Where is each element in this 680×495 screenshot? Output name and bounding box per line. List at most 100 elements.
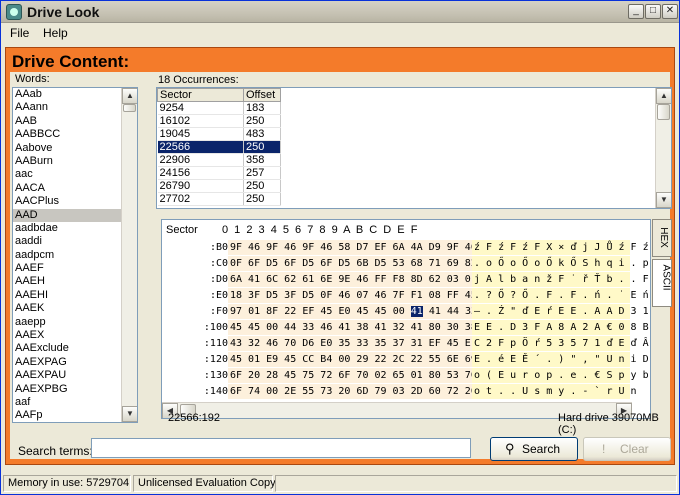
hex-ascii: . ? Ő ? Ő . F . F . ń . ˙ E ń E	[472, 288, 651, 303]
word-list-item[interactable]: AABBCC	[13, 128, 137, 141]
word-list-item[interactable]: AABurn	[13, 155, 137, 168]
hex-ascii: o t . . U s m y . - ` r U n	[472, 384, 637, 399]
offset-cell: 250	[243, 179, 281, 193]
hex-row[interactable]: :D0 6A 41 6C 62 61 6E 9E 46 FF F8 8D 62 0…	[162, 272, 651, 287]
word-list-item[interactable]: AAEK	[13, 302, 137, 315]
hex-row[interactable]: :E0 18 3F D5 3F D5 0F 46 07 46 7F F1 08 F…	[162, 288, 651, 303]
search-label: Search terms:	[18, 444, 93, 458]
clear-icon: !	[602, 442, 606, 456]
hex-view[interactable]: Sector 0 1 2 3 4 5 6 7 8 9 A B C D E F :…	[161, 219, 651, 419]
words-list[interactable]: AAab AAann AAB AABBCC Aabove AABurn aac AACA AAC…	[12, 87, 138, 423]
hex-byte[interactable]: 45	[320, 306, 332, 317]
search-button[interactable]: ⚲ Search	[490, 437, 578, 461]
hex-byte[interactable]: 45	[375, 306, 387, 317]
word-list-item[interactable]: AAFp	[13, 409, 137, 422]
hex-byte[interactable]: 41	[429, 306, 441, 317]
scroll-down-icon[interactable]: ▼	[656, 192, 671, 208]
hex-byte[interactable]: 8F	[266, 306, 278, 317]
search-input[interactable]	[91, 438, 471, 458]
word-list-item[interactable]: AACPlus	[13, 195, 137, 208]
word-list-item[interactable]: aadpcm	[13, 249, 137, 262]
hex-byte[interactable]: 45	[357, 306, 369, 317]
minimize-icon[interactable]: _	[628, 4, 644, 19]
tab-ascii[interactable]: ASCII	[652, 259, 672, 307]
hex-byte[interactable]: 97	[230, 306, 242, 317]
hex-row[interactable]: :F0 97 01 8F 22 EF 45 E0 45 45 00 41 41 4…	[162, 304, 650, 319]
hex-address: :100	[203, 322, 228, 333]
hex-ascii: E . é E Ě ´ . ) " , " U n i D .	[472, 352, 651, 367]
hex-byte[interactable]: 00	[393, 306, 405, 317]
column-header-offset[interactable]: Offset	[243, 88, 281, 102]
hex-address: :130	[203, 370, 228, 381]
occurrences-scrollbar[interactable]: ▲ ▼	[655, 88, 671, 208]
word-list-item[interactable]: AAEXPAU	[13, 369, 137, 382]
word-list-item[interactable]: AAExclude	[13, 342, 137, 355]
column-header-sector[interactable]: Sector	[157, 88, 244, 102]
menu-file[interactable]: File	[10, 26, 29, 40]
word-list-item[interactable]: AAEH	[13, 275, 137, 288]
hex-bytes: 6A 41 6C 62 61 6E 9E 46 FF F8 8D 62 03 0…	[228, 272, 513, 287]
word-list-item[interactable]: aaepp	[13, 316, 137, 329]
scroll-down-icon[interactable]: ▼	[122, 406, 137, 422]
hex-byte[interactable]: 44	[447, 306, 459, 317]
scroll-up-icon[interactable]: ▲	[122, 88, 137, 104]
position-readout: 22566:192	[168, 412, 220, 424]
occurrence-row[interactable]: 19045 483	[157, 127, 281, 141]
hex-address: :D0	[209, 274, 228, 285]
hex-ascii: j A l b a n ž F ˙ ř Ť b . . F .	[472, 272, 651, 287]
occurrences-rows: 9254 183 16102 250 19045 483 22566 250 22906 358 2…	[157, 101, 281, 206]
occurrence-row[interactable]: 9254 183	[157, 101, 281, 115]
hex-row[interactable]: :120 45 01 E9 45 CC B4 00 29 22 2C 22 55 …	[162, 352, 651, 367]
hex-byte[interactable]: 01	[248, 306, 260, 317]
clear-button[interactable]: ! Clear	[583, 437, 671, 461]
word-list-item[interactable]: AAEHI	[13, 289, 137, 302]
hex-byte[interactable]: E0	[338, 306, 350, 317]
word-list-item[interactable]: AAB	[13, 115, 137, 128]
scroll-up-icon[interactable]: ▲	[656, 88, 671, 104]
occurrence-row[interactable]: 16102 250	[157, 114, 281, 128]
hex-row[interactable]: :110 43 32 46 70 D6 E0 35 33 35 37 31 EF …	[162, 336, 649, 351]
occurrences-list[interactable]: Sector Offset 9254 183 16102 250 19045 483 225…	[156, 87, 672, 209]
occurrence-row[interactable]: 24156 257	[157, 166, 281, 180]
drive-content-panel: Drive Content: Words: AAab AAann AAB AABBCC…	[5, 47, 675, 465]
occurrence-row[interactable]: 22566 250	[157, 140, 281, 154]
tab-hex[interactable]: HEX	[652, 219, 672, 257]
word-list-item[interactable]: AAann	[13, 101, 137, 114]
hex-byte[interactable]: 22	[284, 306, 296, 317]
word-list-item[interactable]: aaf	[13, 396, 137, 409]
hex-byte[interactable]: EF	[302, 306, 314, 317]
close-icon[interactable]: ✕	[662, 4, 678, 19]
word-list-item[interactable]: AAD	[13, 208, 137, 222]
word-list-item[interactable]: AAEXPAG	[13, 356, 137, 369]
hex-row[interactable]: :130 6F 20 28 45 75 72 6F 70 02 65 01 80 …	[162, 368, 649, 383]
hex-ascii: . o Ő o Ő o Ő k Ő S h q i . p Î	[472, 256, 651, 271]
sector-cell: 22566	[157, 140, 244, 154]
scroll-thumb[interactable]	[657, 104, 670, 120]
occurrence-row[interactable]: 26790 250	[157, 179, 281, 193]
scroll-thumb[interactable]	[123, 104, 136, 112]
hex-ascii: E E . D 3 F A 8 A 2 A € 0 8 B 6	[472, 320, 651, 335]
word-list-item[interactable]: aac	[13, 168, 137, 181]
word-list-item[interactable]: AAEXPBG	[13, 383, 137, 396]
words-scrollbar[interactable]: ▲ ▼	[121, 88, 137, 422]
word-list-item[interactable]: AAab	[13, 88, 137, 101]
hex-row[interactable]: :B0 9F 46 9F 46 9F 46 58 D7 EF 6A 4A D9 9…	[162, 240, 650, 255]
word-list-item[interactable]: AAEX	[13, 329, 137, 342]
menu-help[interactable]: Help	[43, 26, 68, 40]
word-list-item[interactable]: AACA	[13, 182, 137, 195]
occurrences-table: Sector Offset 9254 183 16102 250 19045 483 225…	[157, 88, 281, 206]
hex-address: :110	[203, 338, 228, 349]
word-list-item[interactable]: aaddi	[13, 235, 137, 248]
hex-address: :140	[203, 386, 228, 397]
hex-row[interactable]: :C0 0F 6F D5 6F D5 6F D5 6B D5 53 68 71 6…	[162, 256, 651, 271]
occurrence-row[interactable]: 27702 250	[157, 192, 281, 206]
word-list-item[interactable]: aadbdae	[13, 222, 137, 235]
hex-row[interactable]: :140 6F 74 00 2E 55 73 20 6D 79 03 2D 60 …	[162, 384, 637, 399]
hex-row[interactable]: :100 45 45 00 44 33 46 41 38 41 32 41 80 …	[162, 320, 651, 335]
hex-bytes: 97 01 8F 22 EF 45 E0 45 45 00 41 41 44 3…	[228, 304, 513, 319]
occurrence-row[interactable]: 22906 358	[157, 153, 281, 167]
hex-byte[interactable]: 41	[410, 306, 423, 317]
word-list-item[interactable]: Aabove	[13, 142, 137, 155]
word-list-item[interactable]: AAEF	[13, 262, 137, 275]
maximize-icon[interactable]: □	[645, 4, 661, 19]
